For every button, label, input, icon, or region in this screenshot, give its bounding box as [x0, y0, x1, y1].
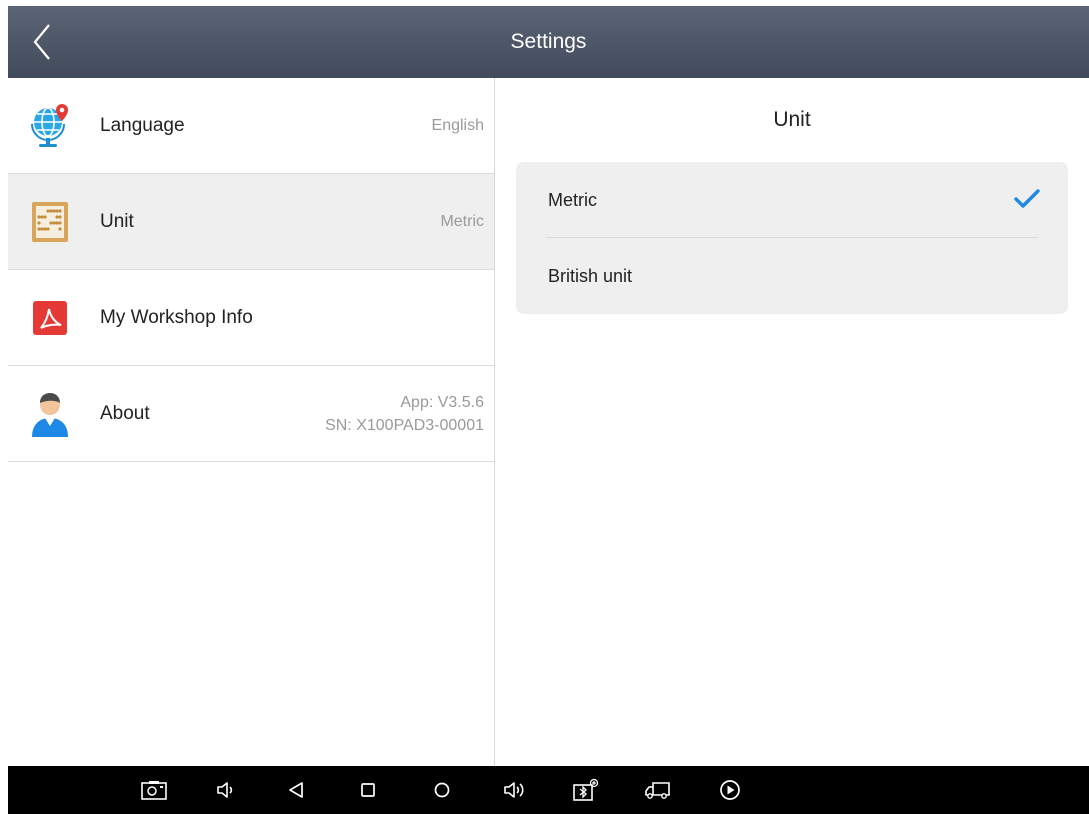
- system-navigation-bar: [8, 766, 1089, 814]
- unit-option-metric[interactable]: Metric: [516, 162, 1068, 238]
- globe-pin-icon: [28, 103, 72, 148]
- play-icon: [720, 780, 740, 800]
- settings-item-workshop-info[interactable]: My Workshop Info: [8, 270, 494, 366]
- recents-square-icon: [361, 783, 375, 797]
- back-triangle-icon: [289, 782, 303, 798]
- unit-detail-panel: Unit Metric British unit: [495, 78, 1089, 766]
- vci-connect-icon: [573, 778, 599, 801]
- truck-button[interactable]: [638, 766, 678, 814]
- truck-icon: [645, 782, 670, 799]
- top-app-bar: Settings: [8, 6, 1089, 78]
- volume-down-icon: [217, 782, 233, 798]
- settings-item-value: English: [431, 117, 484, 134]
- settings-list: Language English Unit Metric My Workshop…: [8, 78, 495, 766]
- settings-item-language[interactable]: Language English: [8, 78, 494, 174]
- unit-option-british[interactable]: British unit: [516, 238, 1068, 314]
- play-button[interactable]: [710, 766, 750, 814]
- screenshot-icon: [141, 781, 167, 800]
- unit-option-label: British unit: [548, 266, 633, 286]
- user-icon: [28, 392, 72, 437]
- settings-item-label: My Workshop Info: [100, 306, 253, 328]
- volume-up-icon: [504, 782, 524, 798]
- settings-item-about[interactable]: About App: V3.5.6 SN: X100PAD3-00001: [8, 366, 494, 462]
- recents-button[interactable]: [348, 766, 388, 814]
- volume-up-button[interactable]: [494, 766, 534, 814]
- screenshot-button[interactable]: [134, 766, 174, 814]
- vci-connect-button[interactable]: [566, 766, 606, 814]
- settings-item-label: Language: [100, 114, 185, 136]
- home-circle-icon: [434, 782, 450, 798]
- chevron-left-icon: [33, 24, 50, 60]
- checkmark-icon: [1014, 188, 1040, 215]
- page-title: Settings: [510, 30, 587, 53]
- unit-options-card: Metric British unit: [516, 162, 1068, 314]
- settings-item-unit[interactable]: Unit Metric: [8, 174, 494, 270]
- settings-item-label: About: [100, 402, 150, 424]
- back-nav-button[interactable]: [276, 766, 316, 814]
- abacus-icon: [28, 200, 72, 244]
- volume-down-button[interactable]: [206, 766, 246, 814]
- settings-item-value: Metric: [440, 213, 484, 230]
- settings-item-label: Unit: [100, 210, 134, 232]
- home-button[interactable]: [422, 766, 462, 814]
- unit-panel-title: Unit: [773, 108, 811, 131]
- pdf-icon: [28, 296, 72, 340]
- app-version: App: V3.5.6: [400, 393, 484, 411]
- unit-option-label: Metric: [548, 190, 597, 210]
- back-button[interactable]: [22, 20, 62, 64]
- about-version-info: App: V3.5.6 SN: X100PAD3-00001: [325, 391, 484, 437]
- serial-number: SN: X100PAD3-00001: [325, 416, 484, 434]
